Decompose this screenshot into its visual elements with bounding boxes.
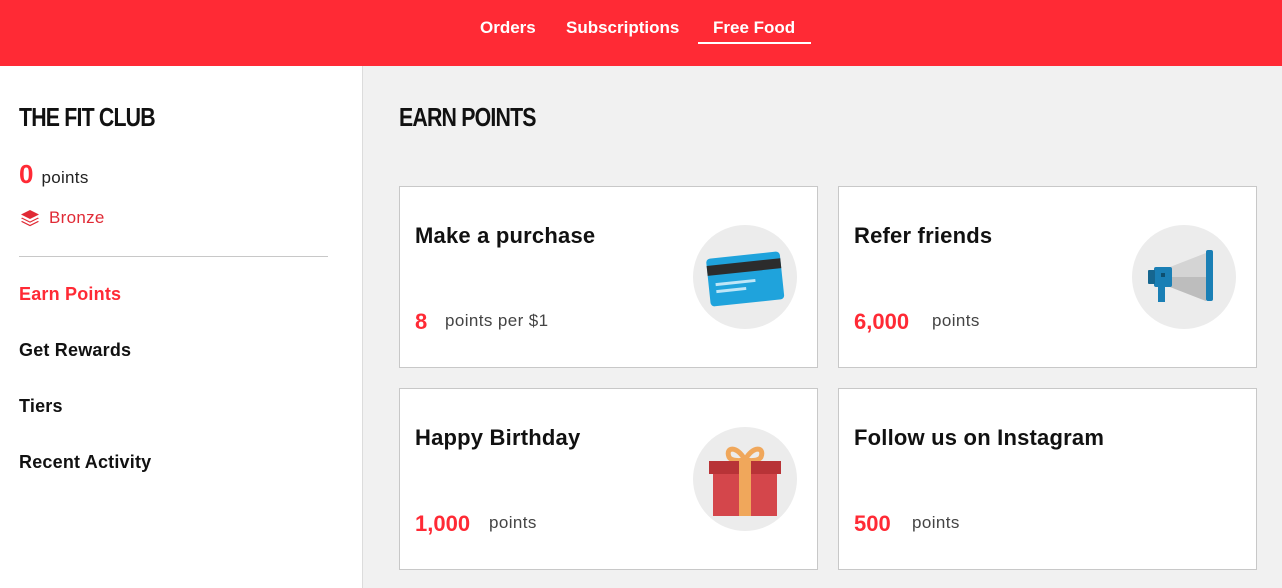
megaphone-icon <box>1132 225 1236 329</box>
sidebar: THE FIT CLUB 0 points Bronze Earn Points… <box>0 66 363 588</box>
tier-status: Bronze <box>19 207 105 229</box>
points-balance: 0 points <box>19 159 89 190</box>
sidebar-divider <box>19 256 328 257</box>
tab-subscriptions[interactable]: Subscriptions <box>566 18 679 38</box>
card-points-value: 6,000 <box>854 309 910 334</box>
card-points-unit: points <box>912 513 960 532</box>
top-navigation-bar: Orders Subscriptions Free Food <box>0 0 1282 66</box>
sidebar-item-recent-activity[interactable]: Recent Activity <box>19 452 151 473</box>
card-points-unit: points <box>932 311 980 330</box>
earn-card-instagram[interactable]: Follow us on Instagram 500 points <box>838 388 1257 570</box>
tab-orders[interactable]: Orders <box>480 18 536 38</box>
tier-label: Bronze <box>49 208 105 227</box>
card-title: Happy Birthday <box>415 425 581 450</box>
sidebar-item-earn-points[interactable]: Earn Points <box>19 284 121 305</box>
card-points-value: 8 <box>415 309 428 334</box>
points-label: points <box>41 168 89 187</box>
card-points-unit: points per $1 <box>445 311 549 330</box>
tab-free-food[interactable]: Free Food <box>713 18 795 38</box>
earn-card-refer[interactable]: Refer friends 6,000 points <box>838 186 1257 368</box>
sidebar-item-tiers[interactable]: Tiers <box>19 396 63 417</box>
card-title: Follow us on Instagram <box>854 425 1105 450</box>
credit-card-icon <box>693 225 797 329</box>
sidebar-item-get-rewards[interactable]: Get Rewards <box>19 340 131 361</box>
active-tab-underline <box>698 42 811 44</box>
points-value: 0 <box>19 159 34 189</box>
earn-card-birthday[interactable]: Happy Birthday 1,000 points <box>399 388 818 570</box>
top-nav: Orders Subscriptions Free Food <box>0 0 1282 66</box>
card-title: Make a purchase <box>415 223 596 248</box>
page-title: EARN POINTS <box>399 102 537 132</box>
card-points-value: 1,000 <box>415 511 471 536</box>
gift-icon <box>693 427 797 531</box>
earn-card-purchase[interactable]: Make a purchase 8 points per $1 <box>399 186 818 368</box>
club-title: THE FIT CLUB <box>19 102 156 132</box>
layers-icon <box>19 207 41 229</box>
card-title: Refer friends <box>854 223 993 248</box>
card-points-unit: points <box>489 513 537 532</box>
card-points-value: 500 <box>854 511 891 536</box>
